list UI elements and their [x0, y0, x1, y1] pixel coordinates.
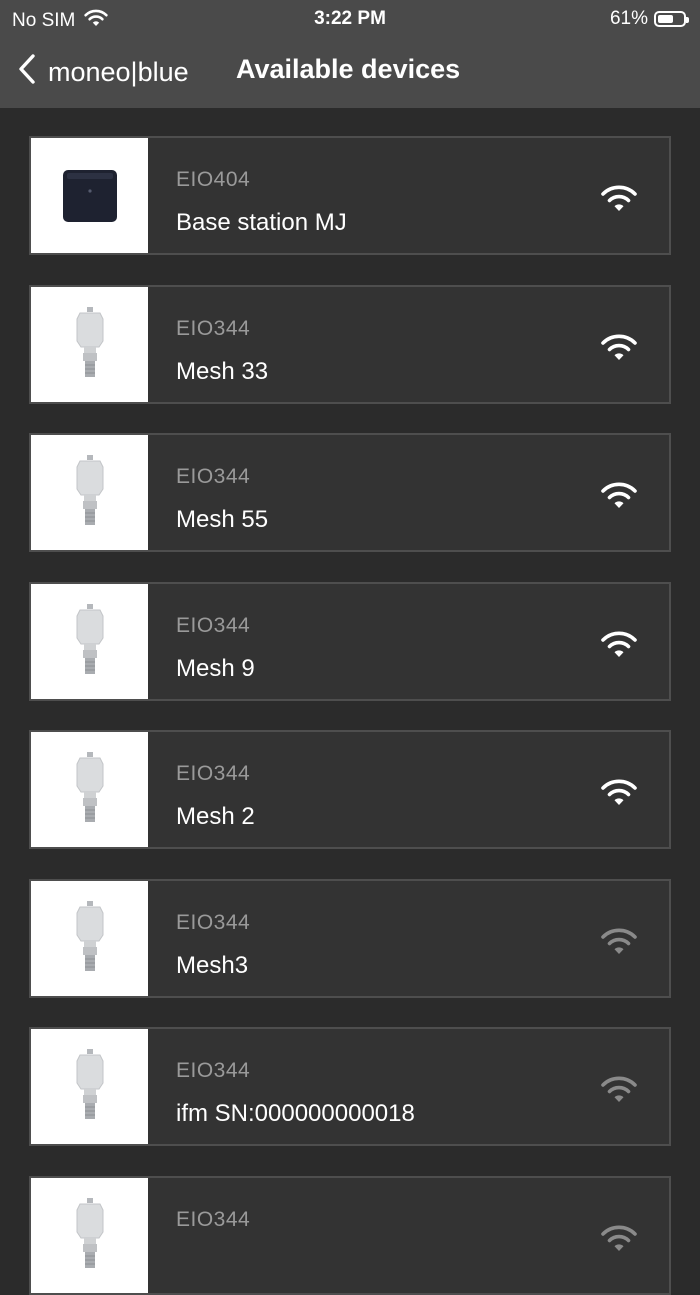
page-title: Available devices [236, 54, 461, 84]
device-model: EIO344 [176, 465, 251, 488]
mesh-sensor-image [31, 881, 148, 996]
device-card[interactable]: EIO344 [29, 1176, 671, 1295]
status-time: 3:22 PM [314, 8, 386, 29]
mesh-sensor-image [31, 435, 148, 550]
wifi-signal-icon [598, 479, 640, 511]
wifi-signal-icon [598, 331, 640, 363]
device-name: Base station MJ [176, 209, 347, 236]
status-bar: No SIM 3:22 PM 61% [0, 0, 700, 36]
device-card[interactable]: EIO344 Mesh3 [29, 879, 671, 998]
device-model: EIO344 [176, 1208, 251, 1231]
device-name: Mesh 2 [176, 803, 255, 830]
device-card[interactable]: EIO344 Mesh 33 [29, 285, 671, 404]
wifi-signal-icon [598, 182, 640, 214]
device-model: EIO404 [176, 168, 251, 191]
device-model: EIO344 [176, 317, 251, 340]
device-name: ifm SN:000000000018 [176, 1100, 415, 1127]
device-model: EIO344 [176, 1059, 251, 1082]
wifi-signal-icon [598, 776, 640, 808]
wifi-signal-icon [598, 628, 640, 660]
mesh-sensor-image [31, 1178, 148, 1293]
battery-fill [658, 15, 673, 23]
nav-bar: moneo|blue Available devices [0, 44, 700, 100]
mesh-sensor-image [31, 287, 148, 402]
wifi-signal-icon [598, 925, 640, 957]
device-model: EIO344 [176, 762, 251, 785]
back-label: moneo|blue [48, 56, 189, 87]
device-name: Mesh3 [176, 952, 249, 979]
battery-icon [654, 11, 689, 27]
chevron-left-icon [18, 53, 36, 92]
device-model: EIO344 [176, 911, 251, 934]
device-card[interactable]: EIO344 ifm SN:000000000018 [29, 1027, 671, 1146]
battery-percent: 61% [609, 8, 648, 29]
back-button[interactable]: moneo|blue [18, 52, 189, 92]
device-name: Mesh 9 [176, 655, 255, 682]
device-card[interactable]: EIO344 Mesh 9 [29, 582, 671, 701]
device-card[interactable]: EIO344 Mesh 2 [29, 730, 671, 849]
device-name: Mesh 55 [176, 506, 269, 533]
base-station-image [31, 138, 148, 253]
wifi-signal-icon [598, 1073, 640, 1105]
device-name: Mesh 33 [176, 358, 269, 385]
mesh-sensor-image [31, 584, 148, 699]
device-card[interactable]: EIO344 Mesh 55 [29, 433, 671, 552]
mesh-sensor-image [31, 732, 148, 847]
status-right: 61% [609, 8, 689, 30]
device-card[interactable]: EIO404 Base station MJ [29, 136, 671, 255]
device-model: EIO344 [176, 614, 251, 637]
mesh-sensor-image [31, 1029, 148, 1144]
wifi-signal-icon [598, 1222, 640, 1254]
header: No SIM 3:22 PM 61% moneo|blue Available … [0, 0, 700, 108]
